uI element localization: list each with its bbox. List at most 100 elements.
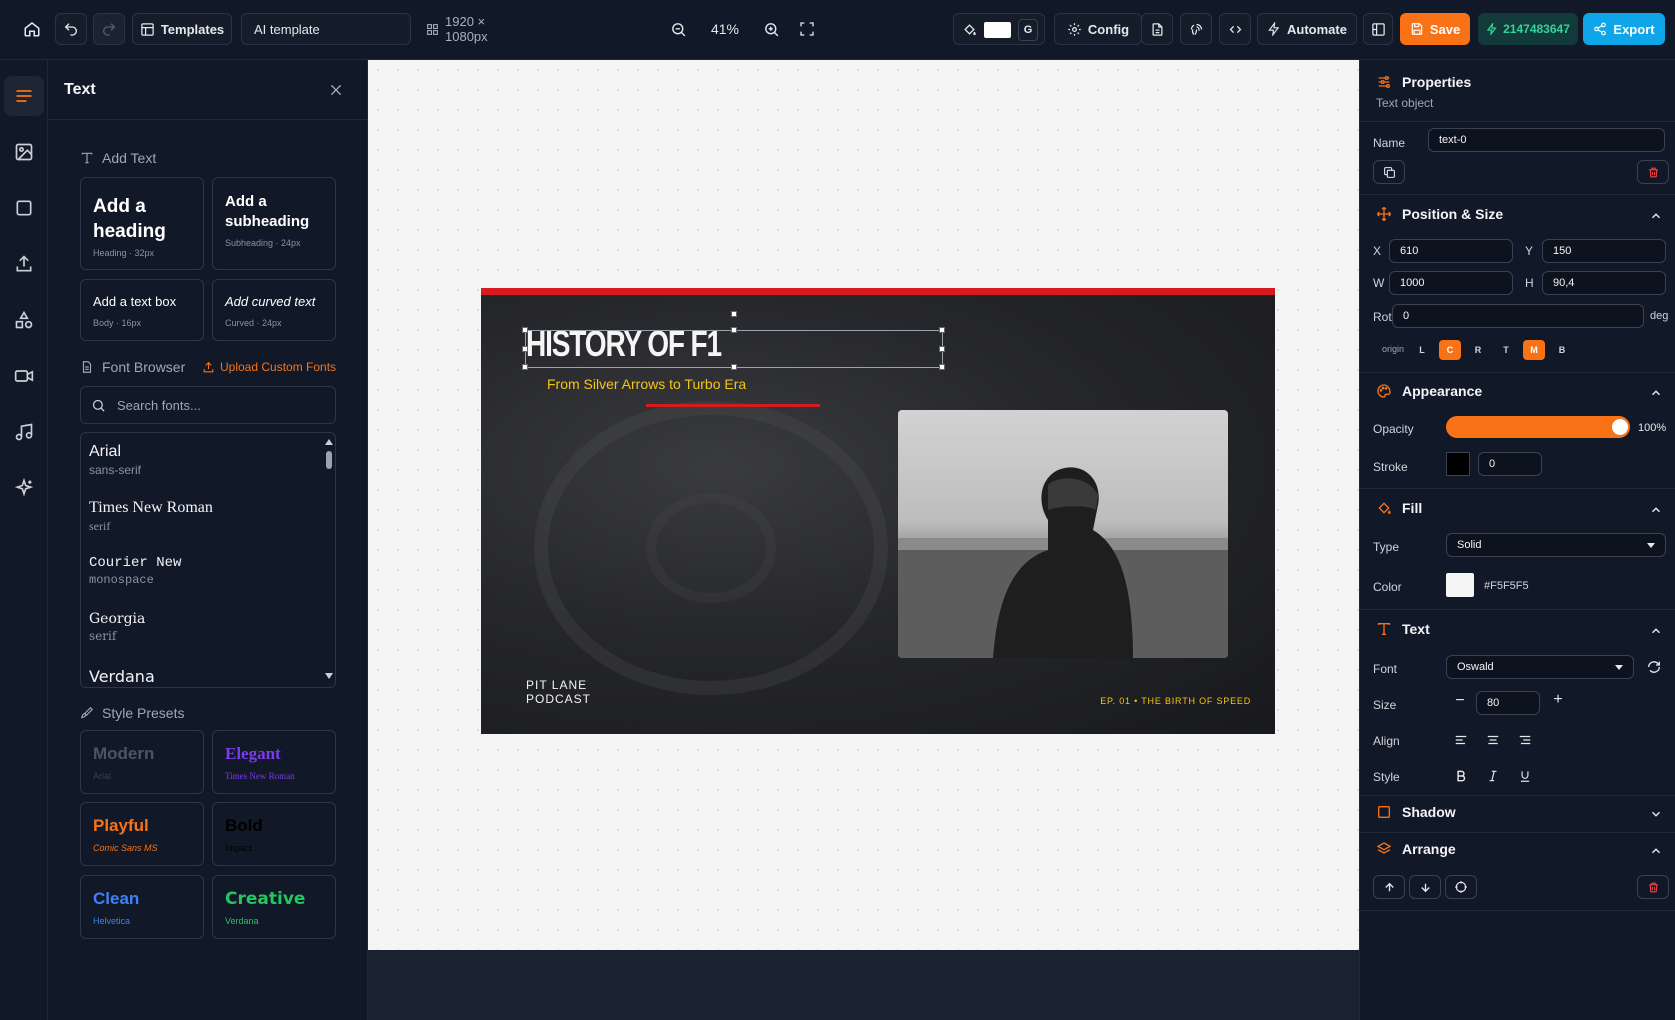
image-tool-button[interactable] — [4, 132, 44, 172]
arrange-delete-button[interactable] — [1637, 875, 1669, 899]
shape-tool-button[interactable] — [4, 188, 44, 228]
preset-modern[interactable]: Modern Arial — [80, 730, 204, 794]
zoom-out-button[interactable] — [664, 13, 692, 45]
fill-type-select[interactable]: Solid — [1446, 533, 1666, 557]
design-slide[interactable]: HISTORY OF F1 From Silver Arrows to Turb… — [481, 288, 1275, 734]
slide-red-rule[interactable] — [646, 404, 820, 407]
delete-button[interactable] — [1637, 160, 1669, 184]
stroke-width-input[interactable]: 0 — [1478, 452, 1542, 476]
origin-center[interactable]: C — [1439, 340, 1461, 360]
assets-button[interactable] — [1180, 13, 1212, 45]
export-button[interactable]: Export — [1583, 13, 1665, 45]
text-tool-button[interactable] — [4, 76, 44, 116]
save-button[interactable]: Save — [1400, 13, 1470, 45]
chevron-up-icon[interactable] — [1649, 624, 1663, 638]
italic-icon[interactable] — [1486, 769, 1500, 783]
selection-box[interactable] — [522, 311, 945, 370]
resize-handle[interactable] — [731, 327, 737, 333]
font-item-verdana[interactable]: Verdana — [89, 667, 155, 686]
undo-button[interactable] — [55, 13, 87, 45]
duplicate-button[interactable] — [1373, 160, 1405, 184]
x-input[interactable]: 610 — [1389, 239, 1513, 263]
slide-subtitle[interactable]: From Silver Arrows to Turbo Era — [547, 376, 746, 392]
origin-right[interactable]: R — [1467, 340, 1489, 360]
templates-button[interactable]: Templates — [132, 13, 232, 45]
scroll-down-arrow[interactable] — [325, 673, 333, 679]
zoom-in-button[interactable] — [757, 13, 785, 45]
arrange-header[interactable]: Arrange — [1376, 841, 1456, 857]
resize-handle[interactable] — [939, 364, 945, 370]
stroke-color-swatch[interactable] — [1446, 452, 1470, 476]
position-size-header[interactable]: Position & Size — [1376, 206, 1503, 222]
slide-episode-label[interactable]: EP. 01 • THE BIRTH OF SPEED — [1061, 696, 1251, 706]
home-button[interactable] — [16, 13, 48, 45]
canvas-size-button[interactable]: 1920 × 1080px — [426, 13, 530, 45]
chevron-up-icon[interactable] — [1649, 503, 1663, 517]
resize-handle[interactable] — [731, 364, 737, 370]
automate-button[interactable]: Automate — [1257, 13, 1357, 45]
audio-tool-button[interactable] — [4, 412, 44, 452]
origin-middle[interactable]: M — [1523, 340, 1545, 360]
slide-photo-woman[interactable] — [898, 410, 1228, 658]
rotation-input[interactable]: 0 — [1392, 304, 1644, 328]
preset-bold[interactable]: Bold Impact — [212, 802, 336, 866]
preset-creative[interactable]: Creative Verdana — [212, 875, 336, 939]
chevron-up-icon[interactable] — [1649, 386, 1663, 400]
close-icon[interactable] — [328, 82, 344, 98]
font-size-input[interactable]: 80 — [1476, 691, 1540, 715]
bold-icon[interactable] — [1454, 769, 1468, 783]
scroll-up-arrow[interactable] — [325, 439, 333, 445]
upload-fonts-link[interactable]: Upload Custom Fonts — [202, 360, 336, 374]
h-input[interactable]: 90,4 — [1542, 271, 1666, 295]
credits-badge[interactable]: 2147483647 — [1478, 13, 1578, 45]
resize-handle[interactable] — [522, 346, 528, 352]
fill-header[interactable]: Fill — [1376, 500, 1422, 516]
layout-toggle-button[interactable] — [1363, 13, 1393, 45]
add-heading-card[interactable]: Add a heading Heading · 32px — [80, 177, 204, 270]
template-name-field[interactable]: AI template — [241, 13, 411, 45]
fill-color-swatch[interactable] — [1446, 573, 1474, 597]
scroll-thumb[interactable] — [326, 451, 332, 469]
font-item-georgia[interactable]: Georgia serif — [89, 611, 145, 643]
code-button[interactable] — [1219, 13, 1251, 45]
appearance-header[interactable]: Appearance — [1376, 383, 1482, 399]
font-list-scrollbar[interactable] — [325, 435, 333, 685]
preset-playful[interactable]: Playful Comic Sans MS — [80, 802, 204, 866]
center-button[interactable] — [1445, 875, 1477, 899]
font-search-input[interactable]: Search fonts... — [80, 386, 336, 424]
font-family-select[interactable]: Oswald — [1446, 655, 1634, 679]
rotate-handle[interactable] — [731, 311, 737, 317]
size-decrease-button[interactable]: − — [1452, 692, 1468, 712]
opacity-slider-thumb[interactable] — [1612, 419, 1628, 435]
elements-tool-button[interactable] — [4, 300, 44, 340]
resize-handle[interactable] — [522, 364, 528, 370]
size-increase-button[interactable]: + — [1550, 691, 1566, 711]
y-input[interactable]: 150 — [1542, 239, 1666, 263]
resize-handle[interactable] — [939, 346, 945, 352]
w-input[interactable]: 1000 — [1389, 271, 1513, 295]
font-item-times[interactable]: Times New Roman serif — [89, 499, 213, 534]
slide-podcast-label[interactable]: PIT LANE PODCAST — [526, 678, 626, 706]
preset-elegant[interactable]: Elegant Times New Roman — [212, 730, 336, 794]
name-input[interactable]: text-0 — [1428, 128, 1665, 152]
document-button[interactable] — [1141, 13, 1173, 45]
video-tool-button[interactable] — [4, 356, 44, 396]
align-right-icon[interactable] — [1518, 733, 1532, 747]
fullscreen-button[interactable] — [793, 13, 821, 45]
send-backward-button[interactable] — [1409, 875, 1441, 899]
opacity-slider[interactable] — [1446, 416, 1630, 438]
font-item-arial[interactable]: Arial sans-serif — [89, 443, 141, 477]
ai-tool-button[interactable] — [4, 468, 44, 508]
chevron-up-icon[interactable] — [1649, 209, 1663, 223]
config-button[interactable]: Config — [1054, 13, 1142, 45]
preset-clean[interactable]: Clean Helvetica — [80, 875, 204, 939]
chevron-up-icon[interactable] — [1649, 844, 1663, 858]
bg-color-swatch[interactable] — [984, 22, 1011, 38]
refresh-font-icon[interactable] — [1646, 659, 1662, 675]
origin-bottom[interactable]: B — [1551, 340, 1573, 360]
bring-forward-button[interactable] — [1373, 875, 1405, 899]
font-list[interactable]: Arial sans-serif Times New Roman serif C… — [80, 432, 336, 688]
resize-handle[interactable] — [522, 327, 528, 333]
font-item-courier[interactable]: Courier New monospace — [89, 555, 181, 587]
text-section-header[interactable]: Text — [1376, 621, 1430, 637]
